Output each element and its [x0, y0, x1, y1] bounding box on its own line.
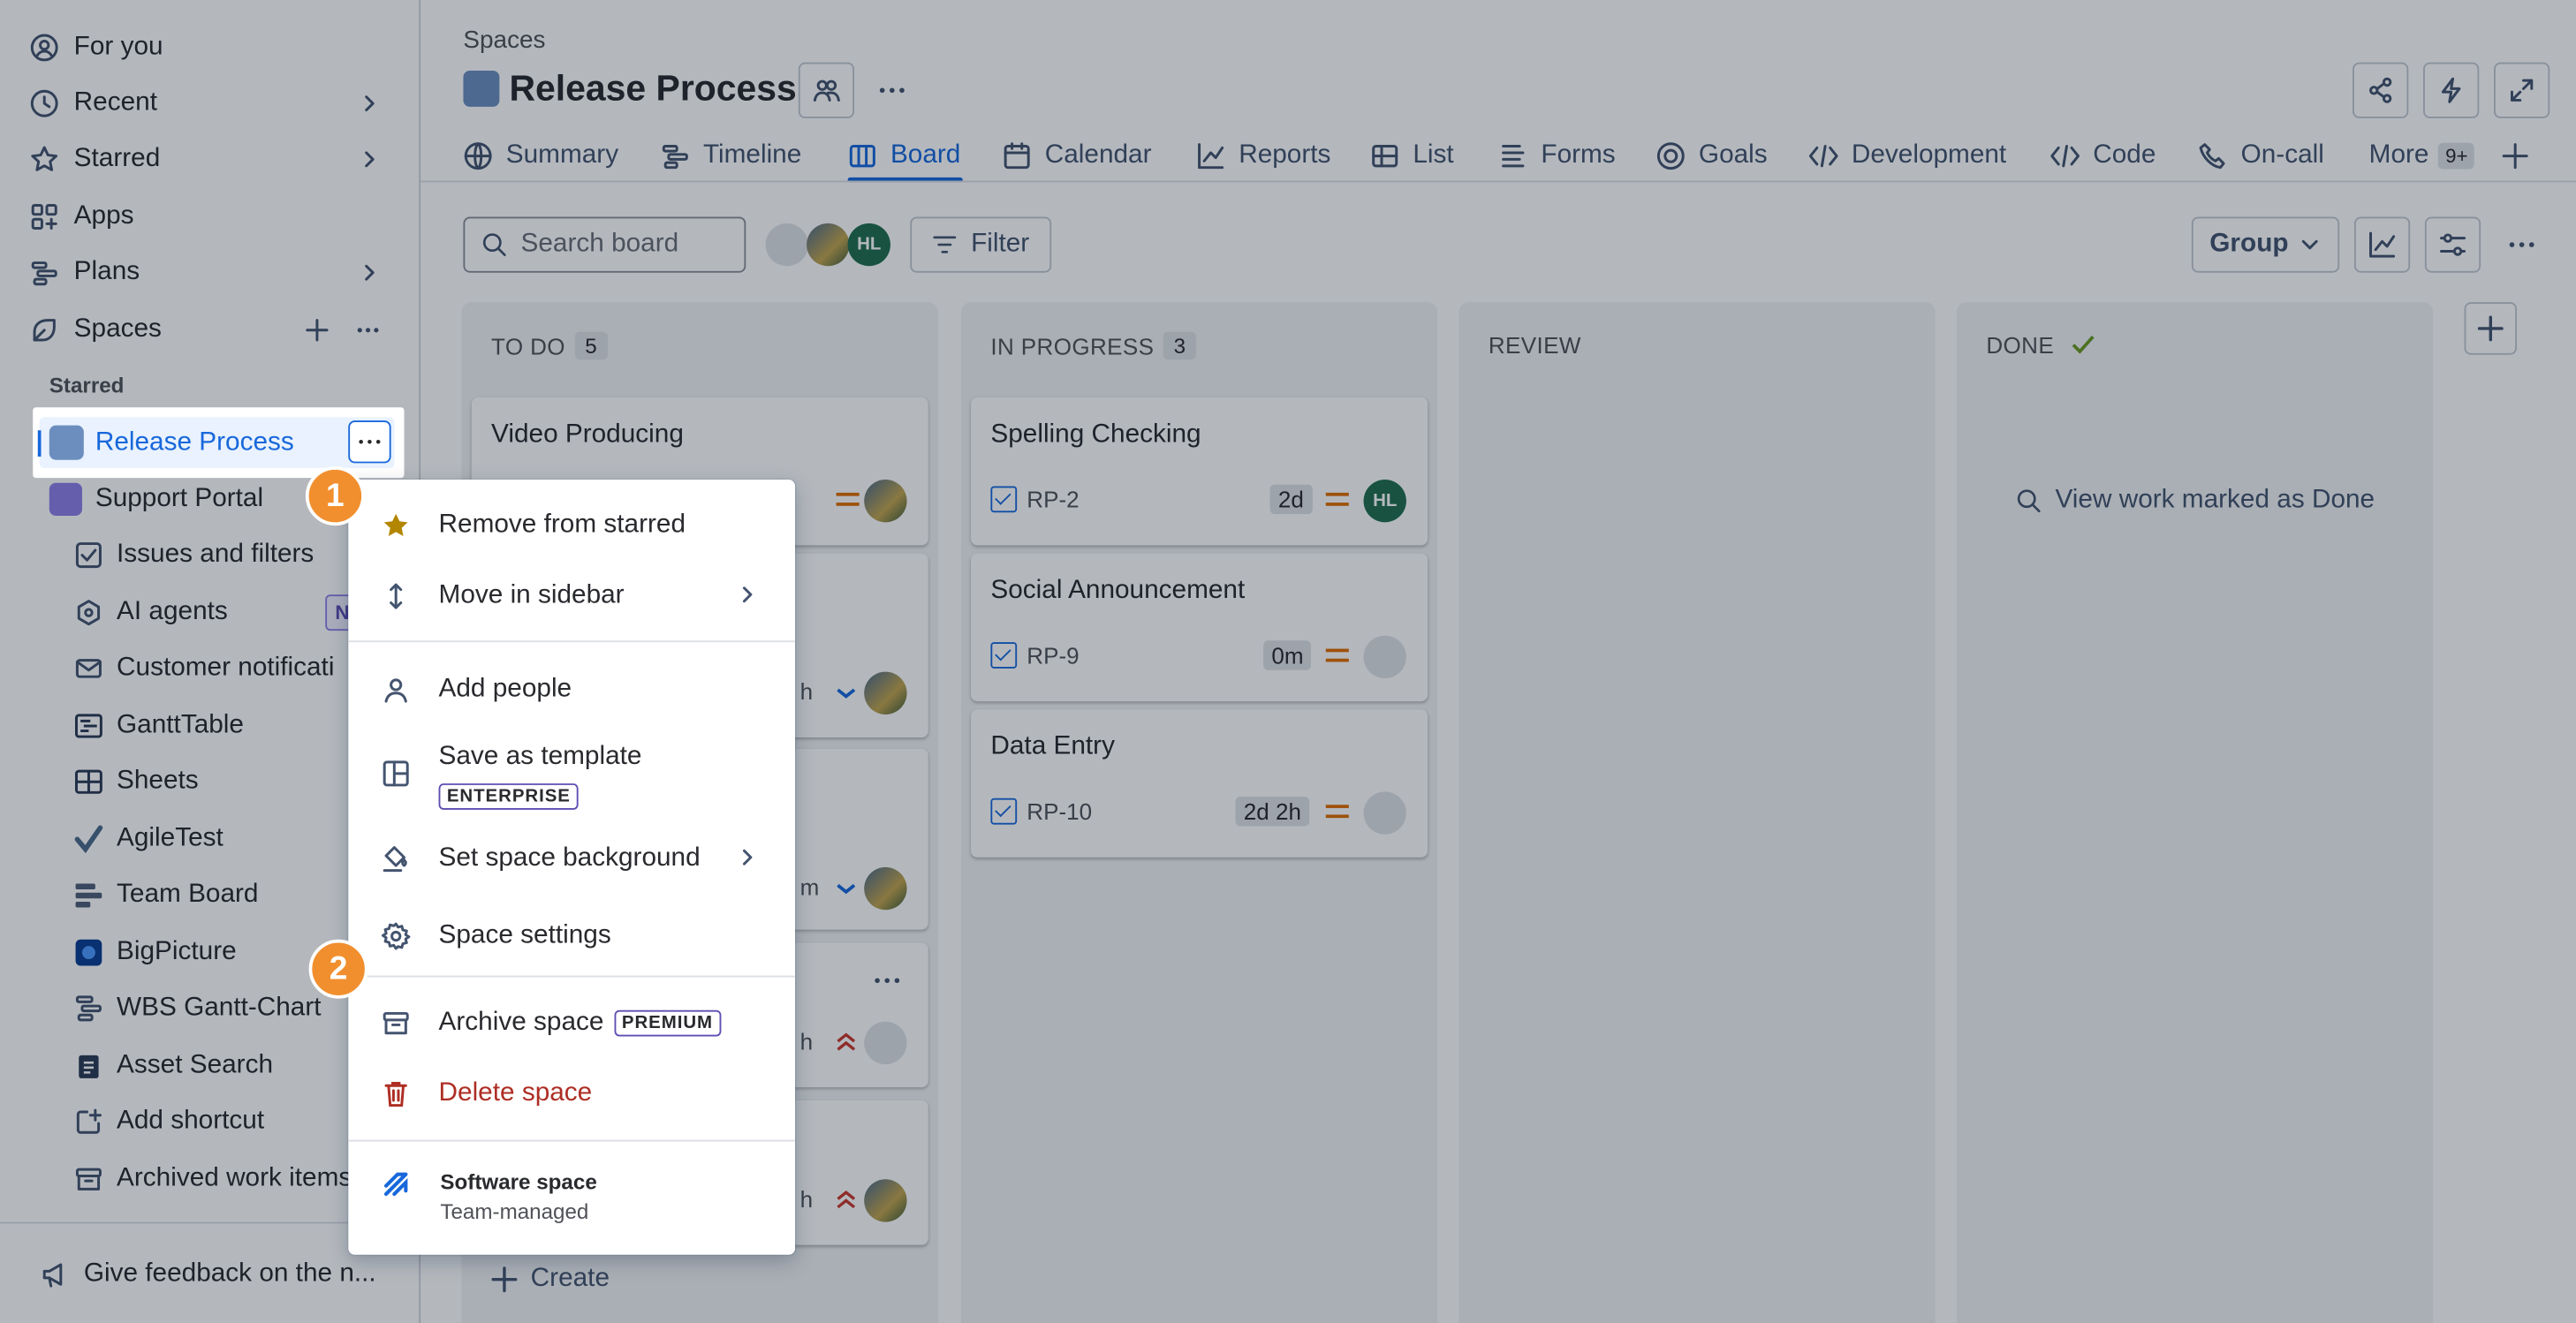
menu-item-label: Archive space — [438, 1007, 604, 1036]
space-actions-menu: Remove from starred Move in sidebar Add … — [348, 480, 796, 1255]
gear-icon — [382, 921, 411, 949]
menu-divider — [348, 1139, 796, 1142]
archive-space-item[interactable]: Archive space PREMIUM — [348, 987, 795, 1058]
space-settings-item[interactable]: Space settings — [348, 898, 795, 972]
space-management-label: Team-managed — [440, 1198, 589, 1224]
premium-lozenge: PREMIUM — [613, 1009, 722, 1036]
menu-item-label: Set space background — [438, 843, 701, 872]
sidebar-item-release-process[interactable]: Release Process — [37, 417, 395, 469]
template-icon — [383, 760, 409, 787]
step-marker-1: 1 — [305, 466, 365, 526]
menu-item-label: Move in sidebar — [438, 580, 625, 609]
star-filled-icon — [383, 512, 408, 536]
selected-indicator — [37, 430, 42, 457]
chevron-right-icon — [742, 586, 753, 603]
move-in-sidebar-item[interactable]: Move in sidebar — [348, 560, 795, 631]
menu-divider — [348, 640, 796, 643]
menu-divider — [348, 975, 796, 978]
add-people-item[interactable]: Add people — [348, 654, 795, 724]
menu-item-label: Space settings — [438, 920, 611, 949]
step-marker-2: 2 — [308, 939, 368, 999]
chevron-right-icon — [742, 849, 753, 866]
delete-space-item[interactable]: Delete space — [348, 1058, 795, 1129]
save-as-template-item[interactable]: Save as template ENTERPRISE — [348, 732, 795, 818]
set-space-background-item[interactable]: Set space background — [348, 823, 795, 894]
space-type-label: Software space — [440, 1169, 597, 1194]
paint-bucket-icon — [383, 845, 407, 872]
more-icon — [358, 439, 380, 444]
move-vertical-icon — [390, 582, 403, 609]
menu-item-label: Delete space — [438, 1077, 593, 1107]
space-avatar — [49, 425, 84, 460]
enterprise-lozenge: ENTERPRISE — [438, 783, 580, 810]
sidebar-item-label: Release Process — [95, 428, 294, 457]
software-space-icon — [381, 1169, 410, 1198]
menu-item-label: Add people — [438, 674, 572, 703]
more-actions-button[interactable] — [348, 420, 391, 464]
archive-icon — [383, 1011, 409, 1034]
remove-from-starred-item[interactable]: Remove from starred — [348, 489, 795, 560]
trash-icon — [384, 1081, 407, 1107]
menu-item-label: Remove from starred — [438, 510, 686, 539]
person-icon — [384, 677, 407, 702]
highlight-frame: Release Process — [33, 407, 405, 479]
menu-item-label: Save as template — [438, 742, 642, 771]
